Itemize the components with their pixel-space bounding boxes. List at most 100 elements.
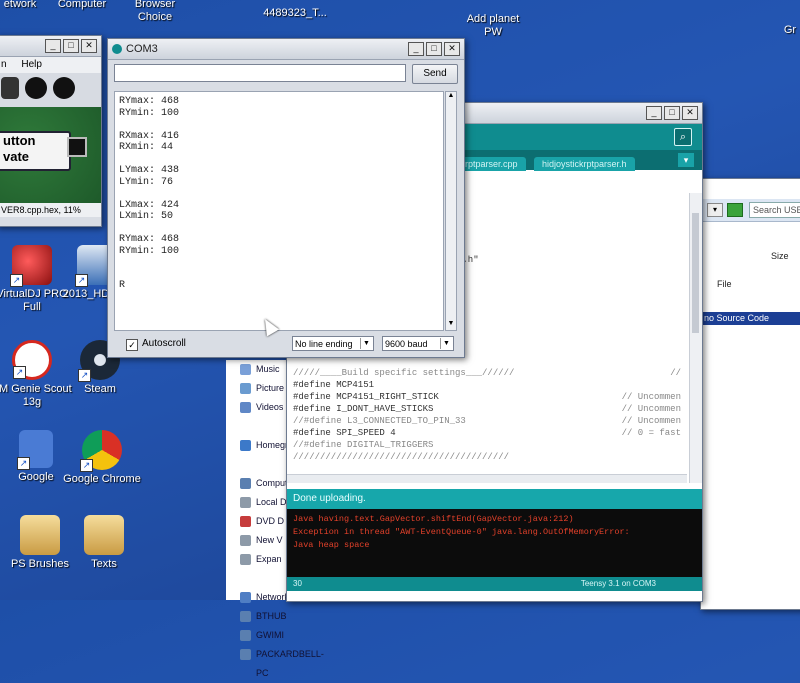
toolbar-button-3[interactable]: [53, 77, 75, 99]
board-image: utton vate: [0, 107, 101, 203]
virtualdj-icon: ↗: [10, 245, 52, 287]
tab-rptparser-cpp[interactable]: rptparser.cpp: [457, 157, 526, 171]
minimize-icon[interactable]: _: [45, 39, 61, 53]
nav-item[interactable]: Network: [226, 588, 290, 607]
nav-item[interactable]: Local D: [226, 493, 290, 512]
close-icon[interactable]: ✕: [682, 106, 698, 120]
code-comment: // Uncommen: [621, 416, 681, 426]
send-input[interactable]: [114, 64, 406, 82]
search-input[interactable]: Search USB: [749, 202, 800, 218]
autoscroll-label: Autoscroll: [142, 338, 186, 349]
selected-file-row[interactable]: no Source Code: [701, 312, 800, 325]
nav-item[interactable]: Compute: [226, 474, 293, 493]
scroll-down-icon[interactable]: ▼: [446, 320, 456, 330]
nav-item[interactable]: Expan: [226, 550, 290, 569]
serial-output-line: [119, 119, 439, 131]
tab-menu-icon[interactable]: ▾: [678, 153, 694, 167]
nav-item-label: GWIMI: [256, 630, 284, 640]
maximize-icon[interactable]: □: [426, 42, 442, 56]
computer-icon: [240, 611, 251, 622]
editor-vscroll[interactable]: [689, 193, 702, 483]
tab-hidjoystickrptparser-h[interactable]: hidjoystickrptparser.h: [533, 157, 635, 171]
code-comment: // 0 = fast: [621, 428, 681, 438]
app-icon: [112, 44, 122, 54]
line-ending-value: No line ending: [295, 339, 353, 349]
serial-monitor-titlebar: COM3 _ □ ✕: [108, 39, 464, 60]
line-number: 30: [293, 579, 302, 588]
explorer-toolbar: ▾ Search USB: [701, 199, 800, 222]
code-lines: /////____Build specific settings___/////…: [293, 368, 681, 464]
desktop-label-network[interactable]: etwork: [0, 0, 40, 11]
toolbar-button-1[interactable]: [1, 77, 19, 99]
nav-item[interactable]: Homegro: [226, 436, 293, 455]
desktop-label-gr[interactable]: Gr: [780, 24, 800, 37]
scroll-up-icon[interactable]: ▲: [446, 92, 456, 102]
desktop-icon-texts[interactable]: Texts: [64, 515, 144, 571]
desktop-label-computer[interactable]: Computer: [52, 0, 112, 11]
network-icon: [240, 592, 251, 603]
column-header-size[interactable]: Size: [771, 251, 789, 261]
desktop-label-add-planet[interactable]: Add planet PW: [460, 13, 526, 39]
nav-item[interactable]: Videos: [226, 398, 290, 417]
serial-output-line: LXmin: 50: [119, 211, 174, 222]
serial-output[interactable]: RYmax: 468 RYmin: 100 RXmax: 416 RXmin: 44 L…: [114, 91, 444, 331]
send-button[interactable]: Send: [412, 64, 458, 84]
minimize-icon[interactable]: _: [408, 42, 424, 56]
maximize-icon[interactable]: □: [664, 106, 680, 120]
nav-item[interactable]: DVD D: [226, 512, 290, 531]
nav-item[interactable]: PACKARDBELL-PC: [226, 645, 324, 678]
serial-output-line: LYmax: 438: [119, 165, 180, 176]
maximize-icon[interactable]: □: [63, 39, 79, 53]
nav-item-label: Picture: [256, 383, 285, 393]
toolbar-button-2[interactable]: [25, 77, 47, 99]
desktop-icon-label: Texts: [91, 558, 117, 570]
nav-item[interactable]: BTHUB: [226, 607, 290, 626]
file-entry[interactable]: File: [717, 279, 732, 289]
code-line: #define SPI_SPEED 4 // 0 = fast: [293, 428, 681, 440]
folder-icon: [20, 515, 60, 555]
left-window-toolbar: [0, 73, 101, 107]
code-line: //#define L3_CONNECTED_TO_PIN_33 // Uncom…: [293, 416, 681, 428]
scroll-thumb[interactable]: [692, 213, 699, 333]
serial-vscroll[interactable]: ▲ ▼: [445, 91, 457, 331]
desktop-label-browser-choice[interactable]: Browser Choice: [126, 0, 184, 24]
chrome-icon: ↗: [80, 430, 122, 472]
minimize-icon[interactable]: _: [646, 106, 662, 120]
serial-output-line: [119, 269, 439, 281]
nav-item[interactable]: New V: [226, 531, 290, 550]
code-text: #define SPI_SPEED 4: [293, 428, 396, 438]
code-text: #define MCP4151_RIGHT_STICK: [293, 392, 439, 402]
send-row: Send: [108, 60, 464, 86]
explorer-window: ▾ Search USB Size File no Source Code: [700, 178, 800, 610]
desktop-label-file[interactable]: 4489323_T...: [255, 7, 335, 20]
menu-item-help[interactable]: Help: [21, 59, 42, 70]
music-icon: [240, 364, 251, 375]
menu-item-partial[interactable]: n: [1, 59, 7, 70]
callout-text: vate: [3, 149, 30, 164]
nav-item: [226, 417, 290, 436]
left-window: _ □ ✕ n Help utton vate VER8.cpp.hex, 11…: [0, 35, 102, 227]
desktop-icon-chrome[interactable]: ↗ Google Chrome: [62, 430, 142, 486]
left-window-menubar: n Help: [0, 57, 101, 73]
editor-hscroll[interactable]: [287, 474, 687, 483]
console-line: Java heap space: [293, 540, 370, 550]
back-button[interactable]: ▾: [707, 203, 723, 217]
code-comment: //: [670, 368, 681, 378]
serial-output-line: [119, 223, 439, 235]
line-ending-select[interactable]: No line ending ▼: [292, 336, 374, 351]
nav-item[interactable]: GWIMI: [226, 626, 290, 645]
refresh-icon[interactable]: [727, 203, 743, 217]
board-info: Teensy 3.1 on COM3: [580, 579, 656, 588]
code-text: //#define DIGITAL_TRIGGERS: [293, 440, 434, 450]
autoscroll-checkbox[interactable]: ✓: [126, 339, 138, 351]
nav-item[interactable]: Picture: [226, 379, 290, 398]
close-icon[interactable]: ✕: [444, 42, 460, 56]
code-text: #define I_DONT_HAVE_STICKS: [293, 404, 434, 414]
nav-item-label: Music: [256, 364, 280, 374]
baud-rate-select[interactable]: 9600 baud ▼: [382, 336, 454, 351]
serial-monitor-button[interactable]: ⌕: [674, 128, 692, 146]
nav-item[interactable]: Music: [226, 360, 290, 379]
push-button-component: [67, 137, 87, 157]
computer-icon: [240, 630, 251, 641]
close-icon[interactable]: ✕: [81, 39, 97, 53]
